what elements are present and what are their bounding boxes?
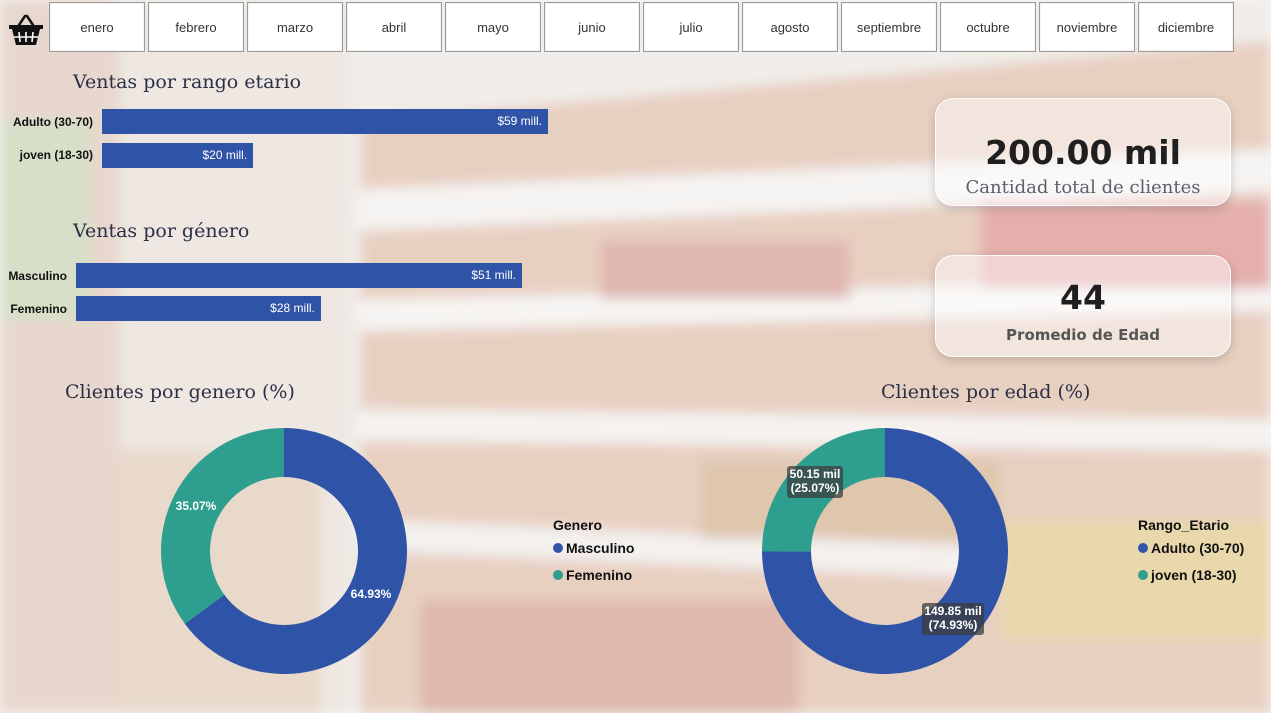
month-button-noviembre[interactable]: noviembre — [1039, 2, 1135, 52]
bar-category-label: Femenino — [10, 302, 67, 316]
shopping-basket-icon — [9, 14, 43, 45]
donut-data-label: 50.15 mil(25.07%) — [787, 466, 843, 498]
bar-femenino[interactable]: $28 mill. — [76, 296, 321, 321]
month-button-febrero[interactable]: febrero — [148, 2, 244, 52]
month-button-junio[interactable]: junio — [544, 2, 640, 52]
month-button-abril[interactable]: abril — [346, 2, 442, 52]
legend-label: joven (18-30) — [1151, 567, 1237, 583]
svg-text:35.07%: 35.07% — [176, 499, 217, 513]
donut-chart-clientes-genero: 64.93% 35.07% — [161, 428, 408, 674]
chart-title-ventas-genero: Ventas por género — [73, 220, 250, 242]
svg-text:149.85 mil: 149.85 mil — [924, 604, 981, 618]
month-button-octubre[interactable]: octubre — [940, 2, 1036, 52]
month-button-julio[interactable]: julio — [643, 2, 739, 52]
kpi-label-promedio-edad: Promedio de Edad — [1006, 326, 1160, 344]
donut-data-label: 64.93% — [351, 587, 392, 601]
month-button-mayo[interactable]: mayo — [445, 2, 541, 52]
svg-text:(25.07%): (25.07%) — [791, 481, 840, 495]
month-button-diciembre[interactable]: diciembre — [1138, 2, 1234, 52]
svg-text:64.93%: 64.93% — [351, 587, 392, 601]
legend-item-masculino[interactable]: Masculino — [553, 540, 634, 556]
legend-label: Femenino — [566, 567, 633, 583]
kpi-card-total-clientes: 200.00 mil Cantidad total de clientes — [935, 98, 1231, 206]
kpi-card-promedio-edad: 44 Promedio de Edad — [935, 255, 1231, 357]
kpi-value-promedio-edad: 44 — [1060, 278, 1106, 317]
chart-title-ventas-rango-etario: Ventas por rango etario — [73, 71, 302, 93]
donut-data-label: 35.07% — [176, 499, 217, 513]
bar-value-label: $59 mill. — [497, 114, 542, 128]
legend-label: Masculino — [566, 540, 635, 556]
kpi-label-total-clientes: Cantidad total de clientes — [965, 177, 1201, 198]
chart-title-clientes-edad: Clientes por edad (%) — [881, 381, 1091, 403]
legend-item-adulto[interactable]: Adulto (30-70) — [1138, 540, 1244, 556]
month-button-septiembre[interactable]: septiembre — [841, 2, 937, 52]
donut-slice-femenino[interactable] — [161, 428, 284, 624]
bar-value-label: $20 mill. — [202, 148, 248, 162]
svg-text:50.15 mil: 50.15 mil — [790, 467, 841, 481]
month-button-enero[interactable]: enero — [49, 2, 145, 52]
bar-adulto[interactable]: $59 mill. — [102, 109, 548, 134]
legend-title-genero: Genero — [553, 517, 603, 533]
bar-category-label: joven (18-30) — [19, 148, 93, 162]
bar-value-label: $51 mill. — [471, 268, 516, 282]
month-slicer: enero febrero marzo abril mayo junio jul… — [49, 2, 1234, 52]
svg-text:(74.93%): (74.93%) — [929, 618, 978, 632]
donut-chart-clientes-edad: 149.85 mil(74.93%) 50.15 mil(25.07%) — [762, 428, 1008, 674]
legend-title-rango-etario: Rango_Etario — [1138, 517, 1230, 533]
legend-label: Adulto (30-70) — [1151, 540, 1245, 556]
donut-data-label: 149.85 mil(74.93%) — [922, 603, 984, 635]
bar-category-label: Masculino — [8, 269, 67, 283]
legend-marker — [553, 570, 563, 580]
month-button-marzo[interactable]: marzo — [247, 2, 343, 52]
legend-marker — [553, 543, 563, 553]
legend-marker — [1138, 570, 1148, 580]
month-button-agosto[interactable]: agosto — [742, 2, 838, 52]
bar-value-label: $28 mill. — [270, 301, 315, 315]
bar-category-label: Adulto (30-70) — [12, 115, 93, 129]
legend-item-femenino[interactable]: Femenino — [553, 567, 632, 583]
bar-masculino[interactable]: $51 mill. — [76, 263, 522, 288]
legend-item-joven[interactable]: joven (18-30) — [1138, 567, 1237, 583]
bar-joven[interactable]: $20 mill. — [102, 143, 254, 168]
chart-title-clientes-genero: Clientes por genero (%) — [65, 381, 295, 403]
kpi-value-total-clientes: 200.00 mil — [985, 133, 1181, 172]
legend-marker — [1138, 543, 1148, 553]
